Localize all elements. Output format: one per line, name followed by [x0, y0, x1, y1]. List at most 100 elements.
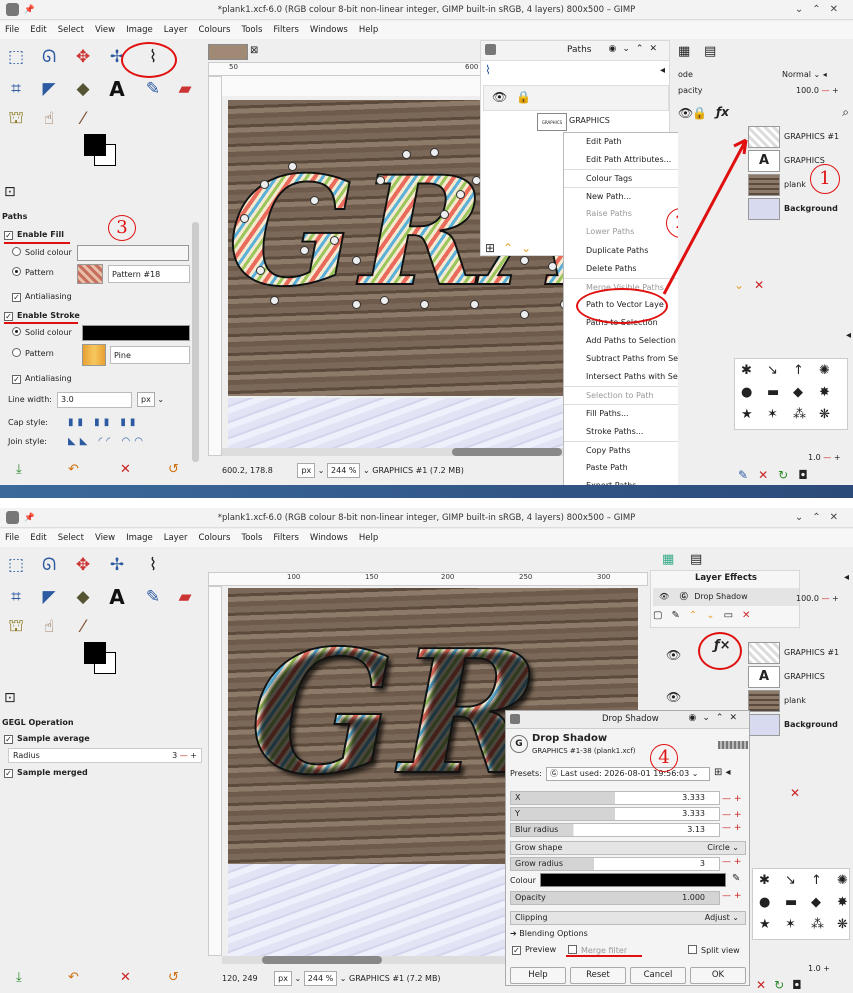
- foreground-color-swatch[interactable]: [84, 642, 106, 664]
- lasso-icon[interactable]: ᘏ: [36, 552, 62, 578]
- layer-info: GRAPHICS #1 (7.2 MB): [349, 974, 441, 983]
- blur-radius-slider[interactable]: Blur radius 3.13: [510, 823, 720, 837]
- menu-layer[interactable]: Layer: [164, 529, 188, 547]
- menu-view[interactable]: View: [95, 529, 115, 547]
- opacity-slider[interactable]: Opacity 1.000: [510, 891, 720, 905]
- fuzzy-select-icon[interactable]: ✥: [70, 552, 96, 578]
- cancel-button[interactable]: Cancel: [630, 967, 686, 984]
- window-controls[interactable]: ⌄⌃✕: [795, 508, 847, 528]
- grow-shape-dropdown[interactable]: Grow shape Circle ⌄: [510, 841, 746, 855]
- layer-thumb-plank: [748, 690, 780, 712]
- warp-icon[interactable]: ◤: [36, 584, 62, 610]
- xy-stepper[interactable]: — + — +: [722, 791, 741, 823]
- sample-merged-checkbox[interactable]: ✓ Sample merged: [4, 764, 88, 782]
- brush-preset[interactable]: ✶: [785, 917, 796, 932]
- menubar: File Edit Select View Image Layer Colours Tools…: [0, 529, 853, 547]
- dialog-window-controls[interactable]: ◉⌄⌃✕: [689, 713, 743, 723]
- menu-image[interactable]: Image: [126, 529, 153, 547]
- menu-file[interactable]: File: [5, 529, 19, 547]
- layer-thumb-graphics-text: A: [748, 666, 780, 688]
- rect-select-icon[interactable]: ⬚: [3, 552, 29, 578]
- presets-buttons[interactable]: ⊞ ◂: [714, 767, 731, 778]
- help-button[interactable]: Help: [510, 967, 566, 984]
- radius-slider[interactable]: Radius 3 — +: [8, 748, 202, 763]
- move-tool-icon[interactable]: ✢: [104, 552, 130, 578]
- paths-tool-icon[interactable]: ⌇: [140, 552, 166, 578]
- layer-name-background[interactable]: Background: [784, 714, 838, 736]
- paintbrush-icon[interactable]: ⁄: [70, 614, 96, 640]
- presets-dropdown[interactable]: Ⓖ Last used: 2026-08-01 19:56:03 ⌄: [546, 767, 710, 781]
- smudge-icon[interactable]: ☝: [36, 614, 62, 640]
- delete-options-icon[interactable]: ✕: [120, 970, 131, 985]
- color-picker-icon[interactable]: ✎: [140, 584, 166, 610]
- bucket-fill-icon[interactable]: ◆: [70, 584, 96, 610]
- colour-picker-icon[interactable]: ✎: [732, 873, 740, 884]
- zoom-dropdown[interactable]: 244 %: [303, 971, 338, 986]
- dock-menu-icon[interactable]: ◂: [844, 572, 849, 583]
- brush-preset[interactable]: ▬: [785, 895, 797, 910]
- dialog-subheading: GRAPHICS #1-38 (plank1.xcf): [532, 747, 636, 755]
- blending-options-expander[interactable]: ➔ Blending Options: [510, 929, 588, 938]
- ruler-mark: 200: [441, 573, 455, 581]
- eraser-icon[interactable]: ▰: [172, 584, 198, 610]
- brush-preset[interactable]: ✸: [837, 895, 848, 910]
- reset-button[interactable]: Reset: [570, 967, 626, 984]
- layer-thumb-graphics-1: [748, 642, 780, 664]
- y-slider[interactable]: Y 3.333: [510, 807, 720, 821]
- opacity-stepper[interactable]: — +: [722, 891, 741, 901]
- menu-help[interactable]: Help: [359, 529, 378, 547]
- pointer-coords: 120, 249: [222, 974, 258, 983]
- brushes-footer-buttons[interactable]: ✕↻◘: [756, 978, 852, 992]
- brush-size[interactable]: 1.0 +: [808, 960, 830, 978]
- split-view-checkbox[interactable]: Split view: [688, 945, 740, 955]
- menu-colours[interactable]: Colours: [198, 529, 230, 547]
- menu-select[interactable]: Select: [58, 529, 84, 547]
- screenshot-top: 📌 *plank1.xcf-6.0 (RGB colour 8-bit non-…: [0, 0, 853, 498]
- grow-radius-slider[interactable]: Grow radius 3: [510, 857, 720, 871]
- menu-tools[interactable]: Tools: [241, 529, 262, 547]
- clipping-dropdown[interactable]: Clipping Adjust ⌄: [510, 911, 746, 925]
- brush-preset[interactable]: ❋: [837, 917, 848, 932]
- channels-tab-icon[interactable]: ▤: [690, 552, 702, 567]
- brush-preset[interactable]: ↑: [811, 873, 822, 888]
- pin-icon[interactable]: 📌: [24, 508, 35, 528]
- brush-preset[interactable]: ⁂: [811, 917, 824, 932]
- brushes-grid[interactable]: ✱ ↘ ↑ ✺ ● ▬ ◆ ✸ ★ ✶ ⁂ ❋: [752, 868, 850, 940]
- menu-windows[interactable]: Windows: [310, 529, 348, 547]
- layer-name-graphics[interactable]: GRAPHICS: [784, 666, 825, 688]
- menu-filters[interactable]: Filters: [273, 529, 298, 547]
- blur-stepper[interactable]: — +: [722, 823, 741, 833]
- unit-dropdown[interactable]: px: [274, 971, 292, 986]
- opacity-value[interactable]: 100.0 — +: [796, 590, 839, 608]
- reset-options-icon[interactable]: ↺: [168, 970, 179, 985]
- layer-name-plank[interactable]: plank: [784, 690, 806, 712]
- brush-preset[interactable]: ↘: [785, 873, 796, 888]
- dialog-titlebar: Drop Shadow ◉⌄⌃✕: [506, 711, 749, 729]
- ok-button[interactable]: OK: [690, 967, 746, 984]
- grow-radius-stepper[interactable]: — +: [722, 857, 741, 867]
- restore-options-icon[interactable]: ↶: [68, 970, 79, 985]
- preview-checkbox[interactable]: ✓ Preview: [512, 945, 556, 955]
- menu-edit[interactable]: Edit: [30, 529, 46, 547]
- sample-average-checkbox[interactable]: ✓ Sample average: [4, 730, 90, 748]
- brush-preset[interactable]: ●: [759, 895, 770, 910]
- crop-icon[interactable]: ⌗: [3, 584, 29, 610]
- brush-preset[interactable]: ★: [759, 917, 771, 932]
- merge-filter-checkbox[interactable]: Merge filter: [568, 945, 627, 955]
- text-tool-icon[interactable]: A: [104, 584, 130, 610]
- visibility-icon[interactable]: 👁: [666, 690, 681, 704]
- clone-stamp-icon[interactable]: ⛫: [3, 614, 29, 640]
- brush-preset[interactable]: ✺: [837, 873, 848, 888]
- layer-name-graphics-1[interactable]: GRAPHICS #1: [784, 642, 839, 664]
- brush-preset[interactable]: ✱: [759, 873, 770, 888]
- shadow-colour-swatch[interactable]: [540, 873, 726, 887]
- layers-delete-button[interactable]: ✕: [790, 786, 810, 800]
- tool-options-footer: ⤓ ↶ ✕ ↺: [0, 970, 206, 992]
- layers-tab-icon[interactable]: ▦: [662, 552, 674, 567]
- brush-preset[interactable]: ◆: [811, 895, 821, 910]
- visibility-icon[interactable]: 👁: [666, 648, 681, 662]
- underline-merge-filter: [566, 955, 642, 957]
- save-options-icon[interactable]: ⤓: [16, 970, 22, 985]
- tool-options-icon: ⊡: [4, 690, 16, 706]
- x-slider[interactable]: X 3.333: [510, 791, 720, 805]
